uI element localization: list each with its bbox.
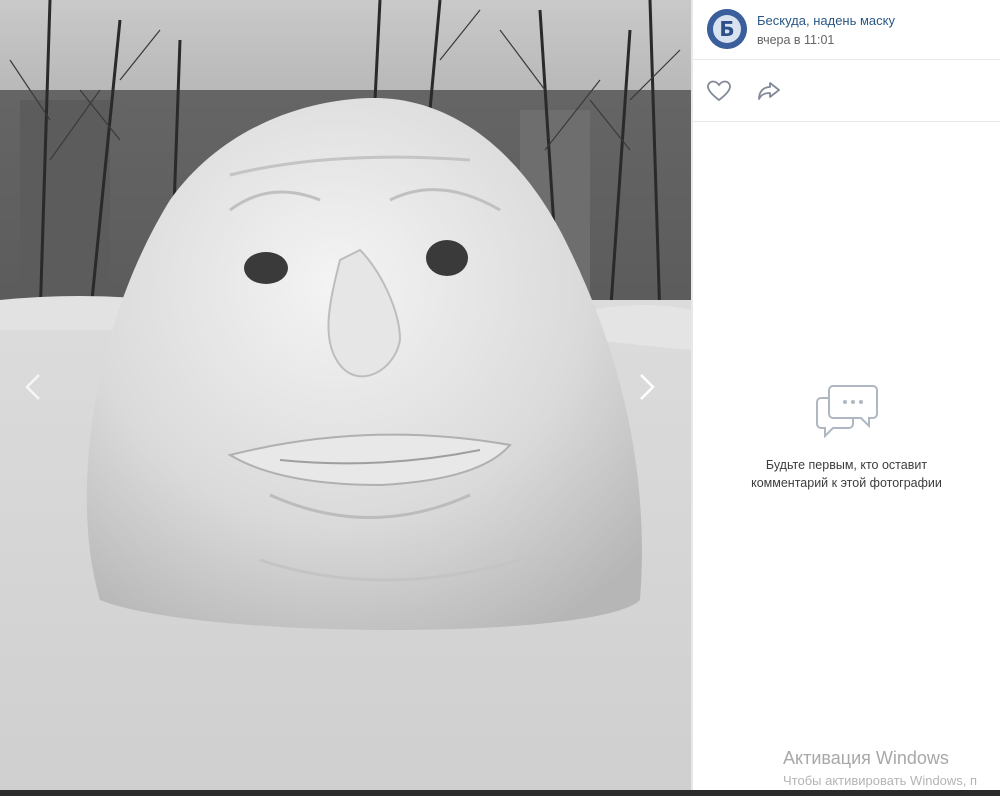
snow-sculpture-photo: [0, 0, 691, 796]
photo-next-arrow[interactable]: [638, 372, 668, 416]
chevron-left-icon: [25, 374, 40, 400]
bottom-edge: [0, 790, 1000, 796]
comment-bubbles-icon: [815, 385, 878, 438]
like-button[interactable]: [706, 79, 732, 103]
photo-viewer: [0, 0, 691, 796]
photo-prev-arrow[interactable]: [24, 372, 54, 416]
post-date[interactable]: вчера в 11:01: [757, 33, 834, 47]
empty-comments-text: Будьте первым, кто оставит комментарий к…: [751, 458, 942, 490]
empty-comments-block: Будьте первым, кто оставит комментарий к…: [693, 380, 1000, 492]
author-name-link[interactable]: Бескуда, надень маску: [757, 13, 895, 28]
post-actions: [693, 60, 1000, 122]
share-arrow-icon: [758, 82, 780, 100]
avatar-logo-icon: Б: [707, 9, 747, 49]
heart-icon: [707, 80, 731, 102]
share-button[interactable]: [756, 79, 782, 103]
photo-side-panel: Б Бескуда, надень маску вчера в 11:01 Бу…: [693, 0, 1000, 796]
svg-text:Б: Б: [719, 17, 734, 41]
author-avatar[interactable]: Б: [707, 9, 747, 49]
author-header: Б Бескуда, надень маску вчера в 11:01: [693, 0, 1000, 60]
chevron-right-icon: [640, 374, 655, 400]
